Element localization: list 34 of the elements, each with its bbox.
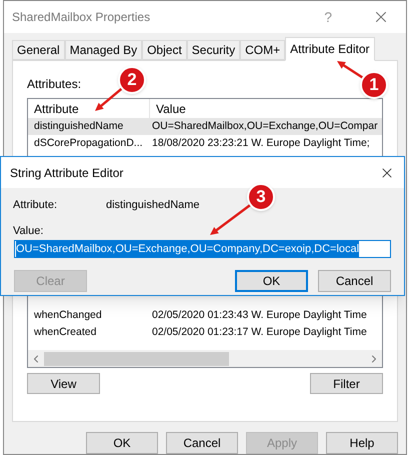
tab[interactable]: Attribute Editor <box>285 37 375 61</box>
dialog-title: String Attribute Editor <box>10 164 124 182</box>
attribute-name: whenChanged <box>33 308 103 323</box>
attribute-value: distinguishedName <box>106 198 200 213</box>
attribute-name: dSCorePropagationD... <box>33 136 144 151</box>
footer-button[interactable]: Cancel <box>166 432 238 454</box>
tab[interactable]: General <box>12 40 65 60</box>
attribute-value: 02/05/2020 01:23:17 W. Europe Daylight Time <box>151 324 367 340</box>
column-header[interactable]: Value <box>150 100 186 118</box>
window-title: SharedMailbox Properties <box>12 9 152 26</box>
attribute-name: whenCreated <box>33 324 98 340</box>
attribute-value: 02/05/2020 01:23:43 W. Europe Daylight Time <box>151 308 367 323</box>
footer-button[interactable]: Help <box>326 432 398 454</box>
table-row[interactable]: distinguishedName OU=SharedMailbox,OU=Exchange,OU=Compar <box>28 118 382 135</box>
attribute-value: OU=SharedMailbox,OU=Exchange,OU=Compar <box>151 118 378 134</box>
attribute-value: 18/08/2020 23:23:21 W. Europe Daylight Time; <box>151 136 370 151</box>
tab[interactable]: Object <box>142 40 187 60</box>
panel-button[interactable]: Filter <box>310 373 383 394</box>
footer-button[interactable]: OK <box>86 432 158 454</box>
table-row[interactable]: dSCorePropagationD... 18/08/2020 23:23:21 W. Europe Daylight Time; <box>28 135 382 152</box>
tab[interactable]: Security <box>186 40 240 60</box>
table-row[interactable]: whenChanged 02/05/2020 01:23:43 W. Europe Daylight Time <box>28 307 382 324</box>
table-row[interactable]: whenCreated 02/05/2020 01:23:17 W. Europe Daylight Time <box>28 324 382 341</box>
value-field[interactable]: OU=SharedMailbox,OU=Exchange,OU=Company,DC=exoip,DC=local <box>14 240 391 258</box>
tab[interactable]: COM+ <box>240 40 286 60</box>
attributes-label: Attributes: <box>27 76 82 93</box>
value-label: Value: <box>13 224 44 238</box>
dialog-button[interactable]: OK <box>235 270 308 292</box>
attribute-label: Attribute: <box>13 198 58 213</box>
attribute-name: distinguishedName <box>33 118 124 134</box>
panel-button[interactable]: View <box>27 373 100 394</box>
scrollbar-thumb[interactable] <box>44 352 229 366</box>
dialog-button[interactable]: Cancel <box>318 270 391 292</box>
tab[interactable]: Managed By <box>64 40 142 60</box>
